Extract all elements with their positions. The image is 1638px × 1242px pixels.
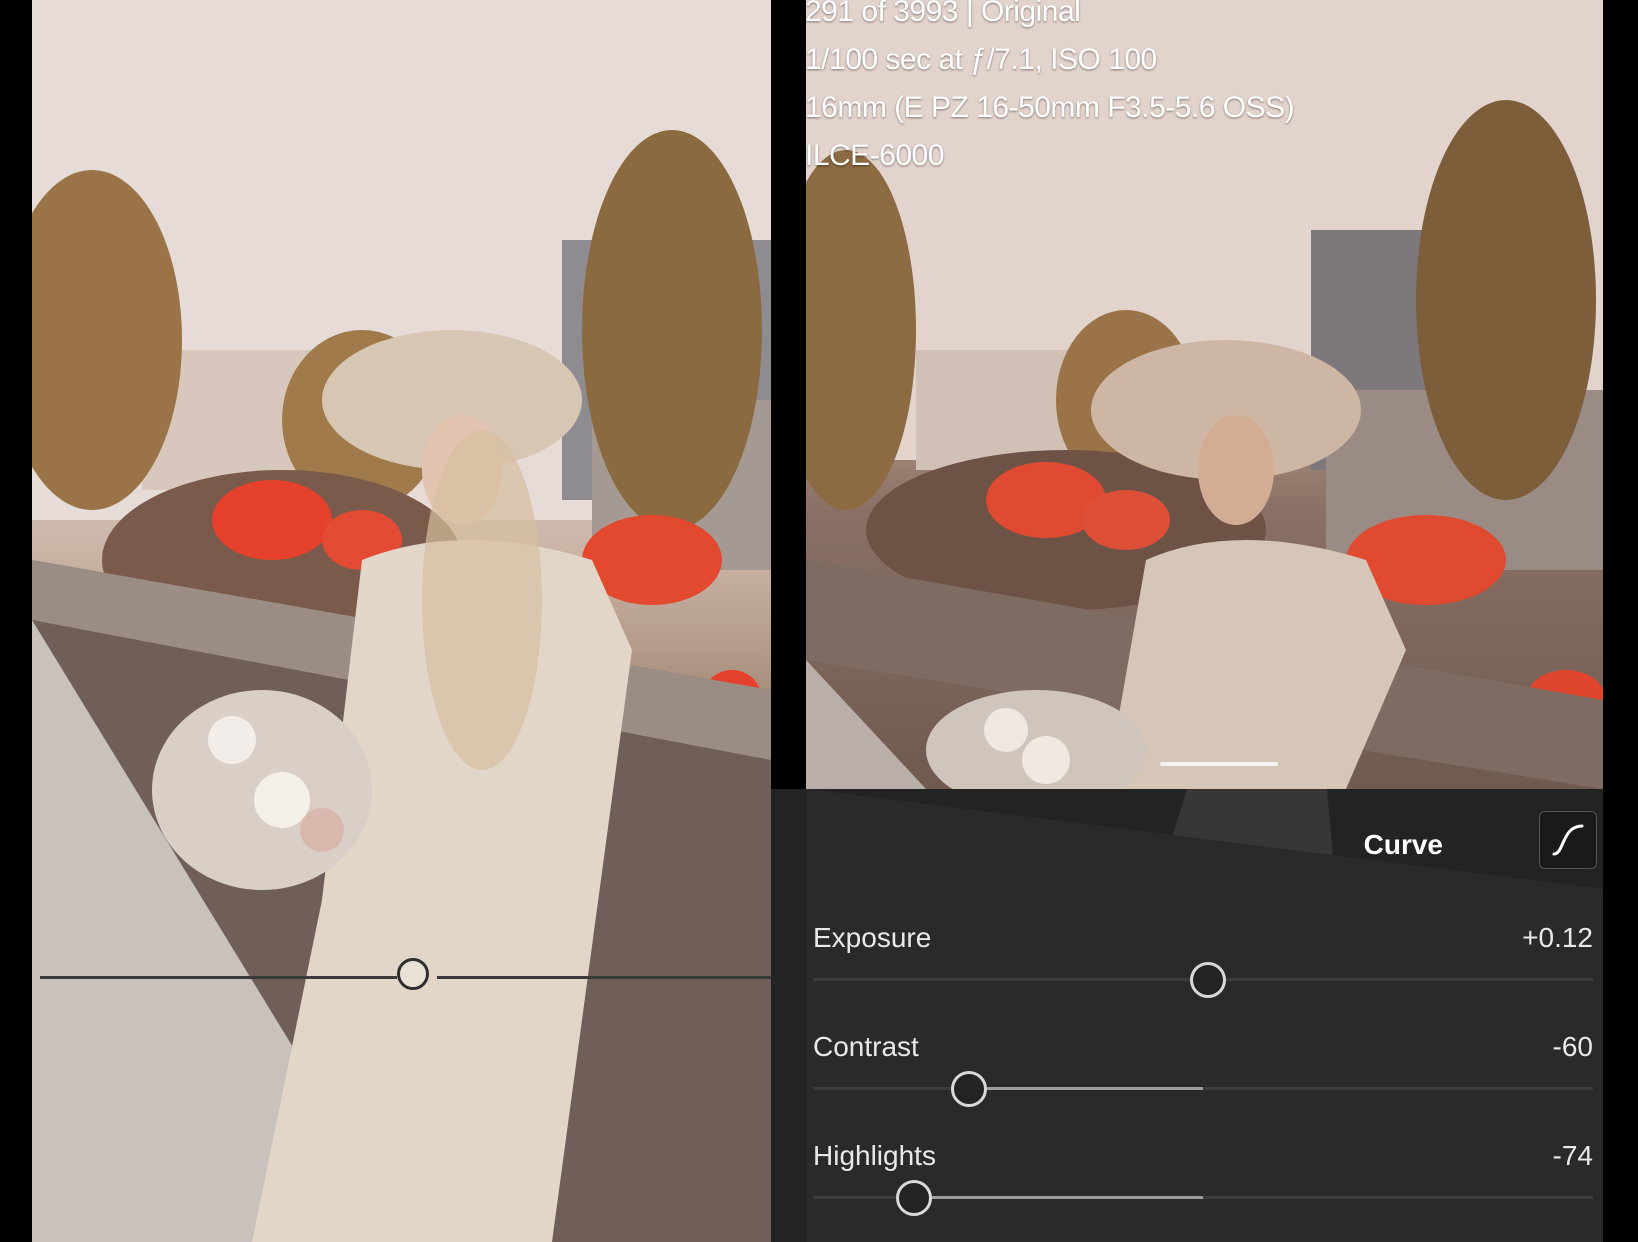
compare-split-slider[interactable] — [32, 958, 771, 992]
exposure-knob[interactable] — [1189, 962, 1226, 998]
curve-button[interactable] — [1539, 811, 1597, 869]
exposure-info: 1/100 sec at ƒ/7.1, ISO 100 — [805, 43, 1157, 76]
exposure-value: +0.12 — [1522, 922, 1593, 953]
split-slider-knob[interactable] — [397, 958, 430, 990]
camera-model: ILCE-6000 — [805, 139, 944, 172]
split-track-right — [437, 976, 771, 979]
contrast-track[interactable] — [813, 1087, 1593, 1090]
highlights-value: -74 — [1552, 1140, 1593, 1171]
contrast-value: -60 — [1552, 1031, 1593, 1062]
highlights-fill — [932, 1196, 1203, 1199]
contrast-fill — [987, 1087, 1203, 1090]
lens-info: 16mm (E PZ 16-50mm F3.5-5.6 OSS) — [805, 91, 1295, 124]
split-track-left — [40, 976, 398, 979]
photo-info-overlay: 291 of 3993 | Original 1/100 sec at ƒ/7.… — [805, 0, 1295, 180]
edited-photo-scene — [32, 0, 771, 1242]
curve-label: Curve — [1363, 829, 1443, 860]
edited-photo-preview — [32, 0, 771, 1242]
curve-icon — [1552, 824, 1584, 856]
exposure-slider[interactable]: Exposure +0.12 — [813, 922, 1593, 1002]
highlights-label: Highlights — [813, 1140, 936, 1171]
contrast-label: Contrast — [813, 1031, 919, 1062]
panel-drag-handle[interactable] — [1160, 762, 1278, 766]
light-edit-panel: Curve Exposure +0.12 Contrast -60 Highli… — [771, 789, 1603, 1242]
exposure-label: Exposure — [813, 922, 932, 953]
highlights-knob[interactable] — [896, 1180, 933, 1216]
contrast-knob[interactable] — [951, 1071, 987, 1107]
highlights-slider[interactable]: Highlights -74 — [813, 1140, 1593, 1220]
photo-index-label: 291 of 3993 | Original — [805, 0, 1081, 28]
contrast-slider[interactable]: Contrast -60 — [813, 1031, 1593, 1111]
right-letterbox — [1603, 0, 1638, 1242]
